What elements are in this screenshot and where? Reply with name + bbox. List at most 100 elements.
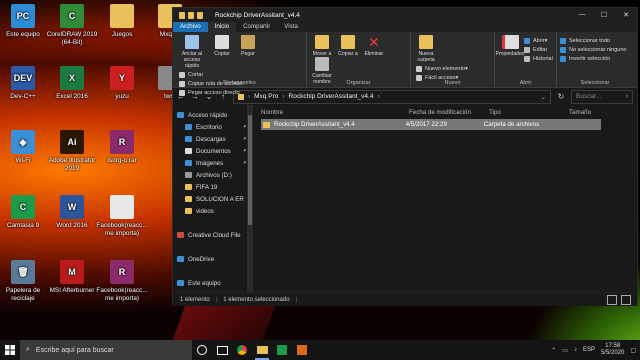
copy-to-button[interactable]: Copiar a	[336, 35, 360, 57]
desktop-icon[interactable]: R Facebook(reacc... me importa)	[94, 260, 150, 303]
desktop-icon-label: Facebook(reacc... me importa)	[96, 287, 148, 302]
invert-selection-button[interactable]: Invertir selección	[560, 54, 626, 63]
app-icon	[110, 195, 134, 219]
properties-button[interactable]: Propiedades	[495, 35, 525, 57]
app-icon: Y	[110, 66, 134, 90]
maximize-button[interactable]: ☐	[593, 11, 615, 19]
copy-button[interactable]: Copiar	[210, 35, 234, 57]
app-icon: DEV	[11, 66, 35, 90]
select-all-button[interactable]: Seleccionar todo	[560, 36, 626, 45]
nav-item[interactable]: SOLUCION A ER	[173, 193, 253, 205]
nav-label: Este equipo	[188, 279, 221, 287]
new-item-button[interactable]: Nuevo elemento ▾	[416, 64, 468, 73]
taskbar-search[interactable]: ⌕ Escribe aquí para buscar	[20, 340, 192, 360]
table-row[interactable]: Rockchip DriverAssitant_v4.4 4/5/2017 22…	[261, 119, 601, 130]
item-count: 1 elemento	[180, 296, 210, 303]
nav-item[interactable]: Descargas	[173, 289, 253, 293]
column-type[interactable]: Tipo	[489, 109, 569, 116]
app-icon: C	[11, 195, 35, 219]
minimize-button[interactable]: —	[571, 11, 593, 19]
start-button[interactable]	[0, 340, 20, 360]
tab-inicio[interactable]: Inicio	[207, 22, 237, 32]
desktop-icon[interactable]: Facebook(reacc... me importa)	[94, 195, 150, 238]
notifications-icon[interactable]: ▢	[630, 347, 636, 354]
quick-access-toolbar[interactable]	[173, 11, 203, 19]
nav-item[interactable]: Acceso rápido	[173, 109, 253, 121]
nav-label: Descargas	[196, 292, 226, 293]
store-icon[interactable]	[292, 340, 312, 360]
delete-button[interactable]: ✕ Eliminar	[362, 35, 386, 57]
new-folder-button[interactable]: Nueva carpeta	[414, 35, 438, 63]
tab-vista[interactable]: Vista	[277, 22, 305, 32]
nav-item[interactable]: Descargas ✦	[173, 133, 253, 145]
cortana-icon[interactable]	[192, 340, 212, 360]
move-to-button[interactable]: Mover a	[310, 35, 334, 57]
camtasia-icon[interactable]	[272, 340, 292, 360]
task-view-icon[interactable]	[212, 340, 232, 360]
volume-icon[interactable]: ♪	[574, 347, 577, 353]
column-date[interactable]: Fecha de modificación	[409, 109, 489, 116]
column-name[interactable]: Nombre	[261, 109, 409, 116]
chevron-down-icon[interactable]: ⌄	[541, 93, 546, 101]
network-icon[interactable]: ▭	[562, 347, 568, 354]
file-date: 4/5/2017 22:29	[405, 121, 447, 128]
history-button[interactable]: Historial	[523, 54, 553, 63]
desktop-icon[interactable]: W Word 2016	[44, 195, 100, 230]
nav-item[interactable]: Escritorio ✦	[173, 121, 253, 133]
nav-item[interactable]: OneDrive	[173, 253, 253, 265]
tab-compartir[interactable]: Compartir	[236, 22, 277, 32]
language-indicator[interactable]: ESP	[583, 347, 595, 353]
edit-button[interactable]: Editar	[523, 45, 553, 54]
edit-icon	[523, 46, 530, 53]
clock[interactable]: 17:58 5/5/2020	[601, 343, 624, 357]
nav-icon	[185, 124, 192, 130]
file-explorer-icon[interactable]	[252, 340, 272, 360]
file-explorer-window: Rockchip DriverAssitant_v4.4 — ☐ ✕ Archi…	[172, 7, 638, 306]
refresh-icon[interactable]: ↻	[557, 92, 565, 101]
breadcrumb-mxq-pro[interactable]: Mxq Pro	[254, 93, 278, 100]
close-button[interactable]: ✕	[615, 11, 637, 19]
paste-shortcut-button[interactable]: Pegar acceso directo	[179, 88, 242, 97]
desktop-icon-label: Isorg-o.rar	[107, 157, 137, 164]
nav-label: Acceso rápido	[188, 111, 228, 119]
group-label: Nuevo	[444, 80, 461, 86]
nav-item[interactable]: FIFA 19	[173, 181, 253, 193]
tiles-view-icon[interactable]	[621, 294, 631, 305]
breadcrumb-current[interactable]: Rockchip DriverAssitant_v4.4	[289, 93, 374, 100]
new-item-icon	[416, 65, 422, 72]
nav-item[interactable]: Documentos ✦	[173, 145, 253, 157]
chrome-icon[interactable]	[232, 340, 252, 360]
tab-archivo[interactable]: Archivo	[173, 22, 208, 32]
shortcut-icon	[179, 89, 185, 96]
paste-button[interactable]: Pegar	[236, 35, 260, 57]
desktop-icon[interactable]: X Excel 2016	[44, 66, 100, 101]
nav-item[interactable]: Imágenes ✦	[173, 157, 253, 169]
desktop-icon[interactable]: M MSI Afterburner	[44, 260, 100, 295]
nav-item[interactable]: videos	[173, 205, 253, 217]
desktop-icon[interactable]: C CorelDRAW 2019 (64-Bit)	[44, 4, 100, 47]
ribbon: Anclar al acceso rápido Copiar Pegar Cor…	[173, 32, 637, 96]
group-organizar: Mover a Copiar a ✕ Eliminar Cambiar nombr…	[307, 32, 411, 87]
pin-quick-access-button[interactable]: Anclar al acceso rápido	[176, 35, 208, 69]
nav-item[interactable]: Este equipo	[173, 277, 253, 289]
column-headers: Nombre Fecha de modificación Tipo Tamaño	[261, 105, 637, 119]
nav-item[interactable]: Creative Cloud File	[173, 229, 253, 241]
open-button[interactable]: Abrir ▾	[523, 36, 553, 45]
nav-item[interactable]: Archivos (D:)	[173, 169, 253, 181]
desktop-icon[interactable]: R Isorg-o.rar	[94, 130, 150, 165]
nav-scrollbar[interactable]	[247, 105, 253, 292]
search-input[interactable]: Buscar... ⌕	[571, 89, 633, 104]
app-icon: R	[110, 130, 134, 154]
desktop-icon[interactable]: Ai Adobe Illustrator 2019	[44, 130, 100, 173]
ribbon-tabs: Archivo Inicio Compartir Vista	[173, 22, 637, 32]
move-icon	[315, 35, 329, 49]
desktop-icon-label: Excel 2016	[56, 93, 88, 100]
scrollbar-thumb[interactable]	[248, 115, 252, 225]
cut-button[interactable]: Cortar	[179, 70, 242, 79]
desktop-icon-label: Facebook(reacc... me importa)	[96, 222, 148, 237]
address-bar[interactable]: › Mxq Pro › Rockchip DriverAssitant_v4.4…	[233, 89, 551, 104]
chevron-up-icon[interactable]: ⌃	[551, 347, 556, 354]
select-none-button[interactable]: No seleccionar ninguno	[560, 45, 626, 54]
details-view-icon[interactable]	[607, 294, 617, 305]
column-size[interactable]: Tamaño	[569, 109, 609, 116]
